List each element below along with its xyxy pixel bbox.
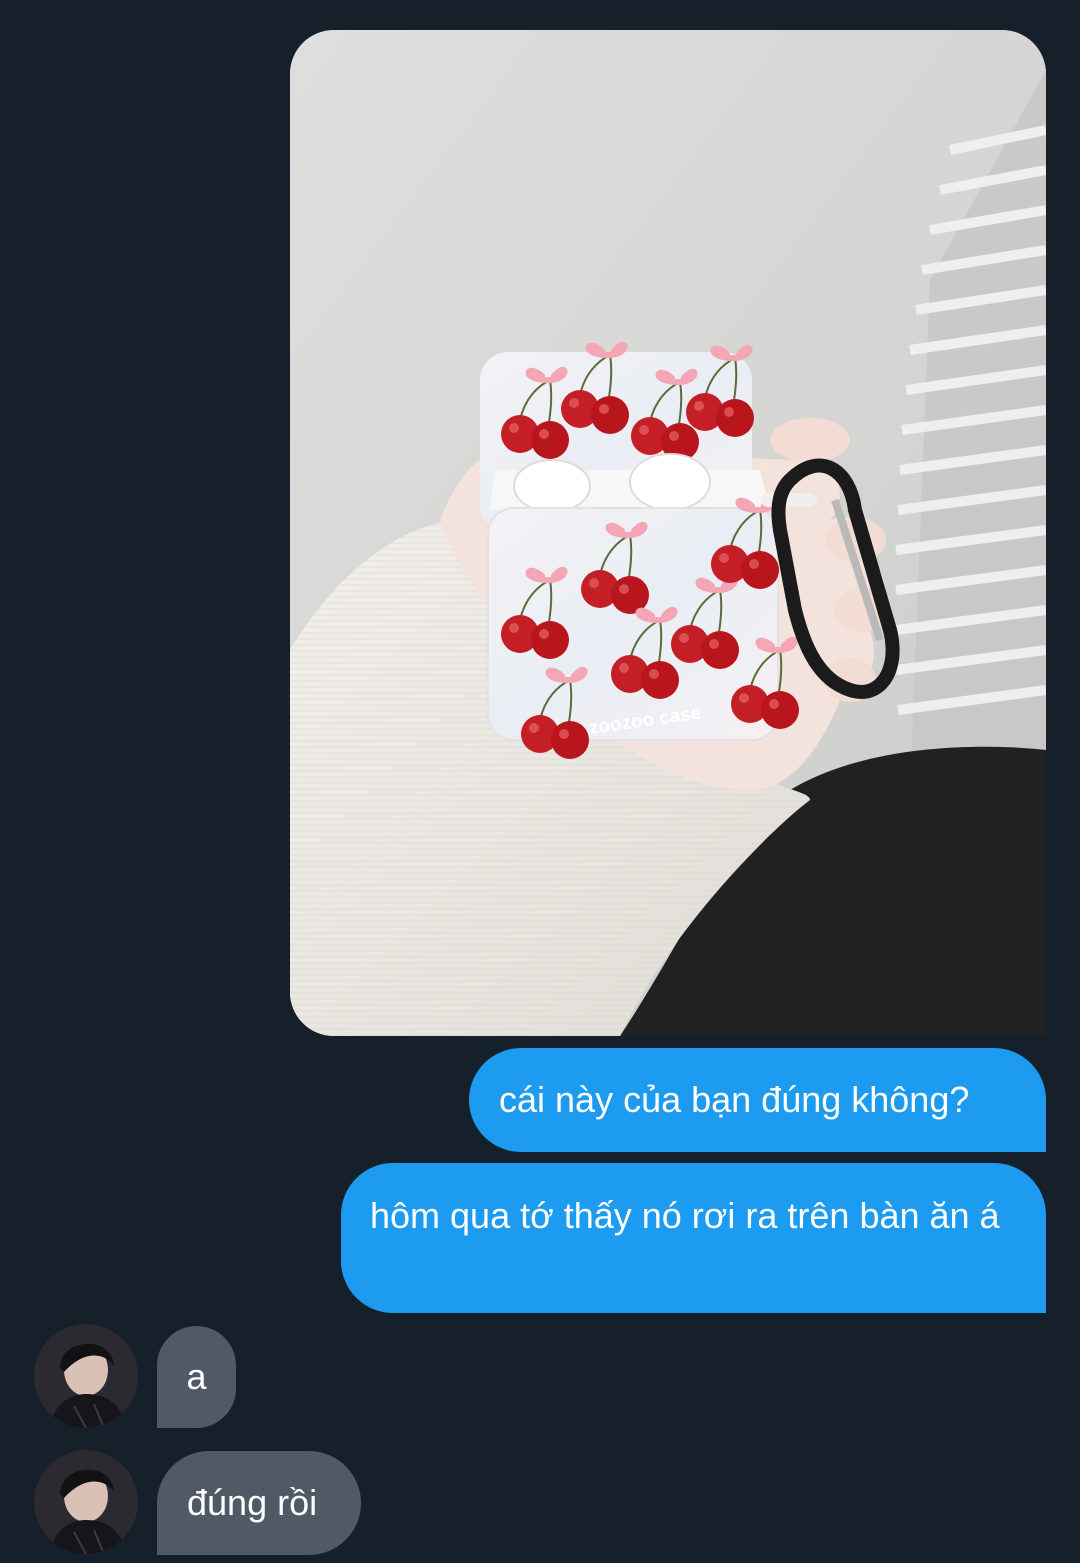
airpods-case-photo: zoozoo case <box>290 30 1046 1036</box>
case-body: zoozoo case <box>487 500 799 759</box>
image-message-airpods-case[interactable]: zoozoo case <box>290 30 1046 1036</box>
sender-avatar[interactable] <box>34 1324 138 1428</box>
sent-message-bubble[interactable]: cái này của bạn đúng không? <box>469 1048 1046 1152</box>
message-text: cái này của bạn đúng không? <box>499 1079 970 1120</box>
conversation-thread: zoozoo case cái này của bạn đúng không? … <box>0 0 1080 1563</box>
case-lid <box>480 345 770 532</box>
avatar-image <box>34 1324 138 1428</box>
sent-message-bubble[interactable]: hôm qua tớ thấy nó rơi ra trên bàn ăn á <box>341 1163 1046 1313</box>
avatar-image <box>34 1450 138 1554</box>
message-text: đúng rồi <box>187 1482 318 1523</box>
received-message-bubble[interactable]: a <box>157 1326 236 1428</box>
sender-avatar[interactable] <box>34 1450 138 1554</box>
message-text: hôm qua tớ thấy nó rơi ra trên bàn ăn á <box>370 1195 1000 1236</box>
message-text: a <box>186 1356 207 1397</box>
received-message-bubble[interactable]: đúng rồi <box>157 1451 361 1555</box>
